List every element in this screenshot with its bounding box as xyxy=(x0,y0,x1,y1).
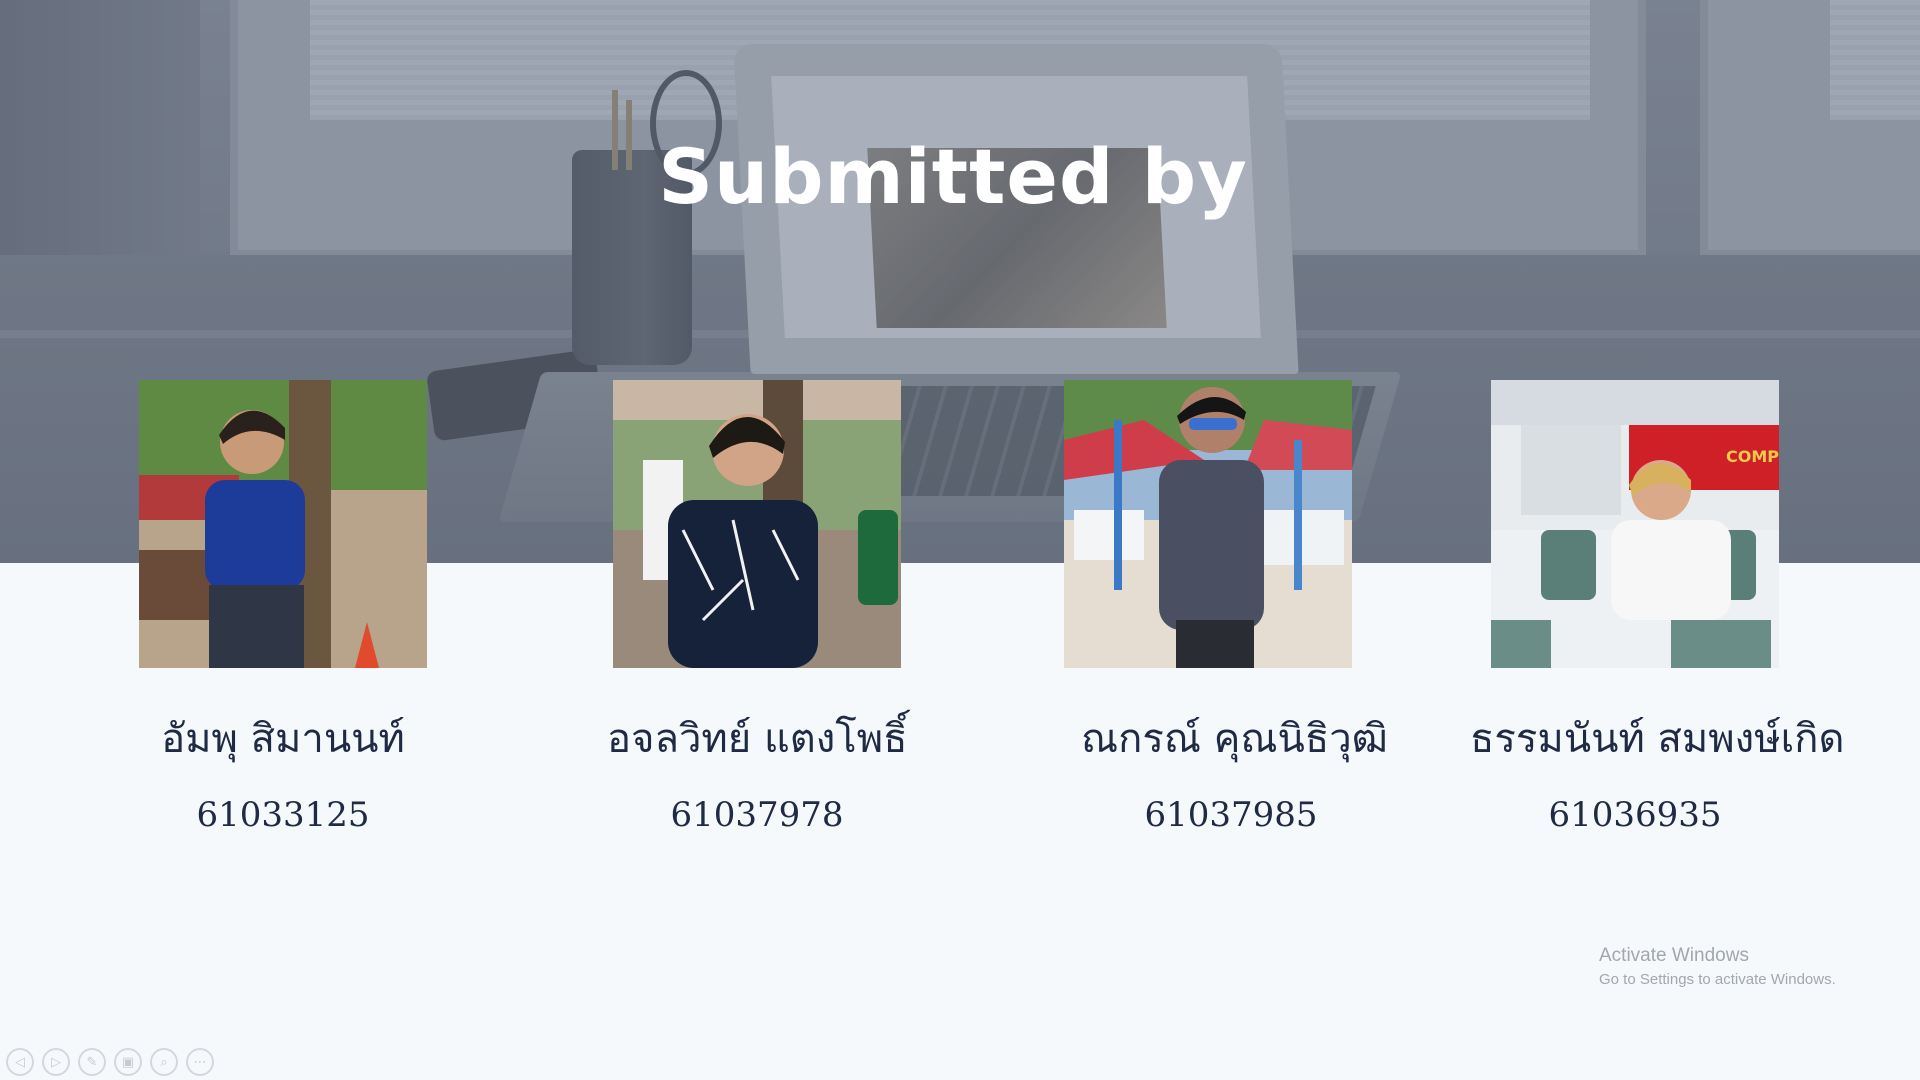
member-photo xyxy=(1064,380,1352,668)
member-photo: COMP xyxy=(1491,380,1779,668)
member-id: 61033125 xyxy=(196,795,370,835)
slideshow-toolbar: ◁ ▷ ✎ ▣ ⌕ ⋯ xyxy=(6,1048,214,1076)
member-name: ธรรมนันท์ สมพงษ์เกิด xyxy=(1470,716,1845,762)
member-id: 61036935 xyxy=(1548,795,1722,835)
watermark-subtitle: Go to Settings to activate Windows. xyxy=(1599,971,1836,988)
slide-title: Submitted by xyxy=(658,132,1248,221)
watermark-title: Activate Windows xyxy=(1599,945,1749,966)
member-photo xyxy=(139,380,427,668)
svg-text:COMP: COMP xyxy=(1726,447,1779,466)
member-id: 61037985 xyxy=(1144,795,1318,835)
member-photo xyxy=(613,380,901,668)
pen-icon[interactable]: ✎ xyxy=(78,1048,106,1076)
slide: Submitted by อัมพุ สิมานนท์ 61033125 อจล… xyxy=(0,0,1920,1080)
member-name: อัมพุ สิมานนท์ xyxy=(161,716,405,762)
zoom-icon[interactable]: ⌕ xyxy=(150,1048,178,1076)
more-icon[interactable]: ⋯ xyxy=(186,1048,214,1076)
member-name: ณกรณ์ คุณนิธิวุฒิ xyxy=(1081,716,1388,762)
previous-icon[interactable]: ◁ xyxy=(6,1048,34,1076)
activation-watermark: Activate Windows Go to Settings to activ… xyxy=(1599,945,1836,988)
member-name: อจลวิทย์ แตงโพธิ์ xyxy=(607,716,908,762)
member-id: 61037978 xyxy=(670,795,844,835)
slides-icon[interactable]: ▣ xyxy=(114,1048,142,1076)
next-icon[interactable]: ▷ xyxy=(42,1048,70,1076)
